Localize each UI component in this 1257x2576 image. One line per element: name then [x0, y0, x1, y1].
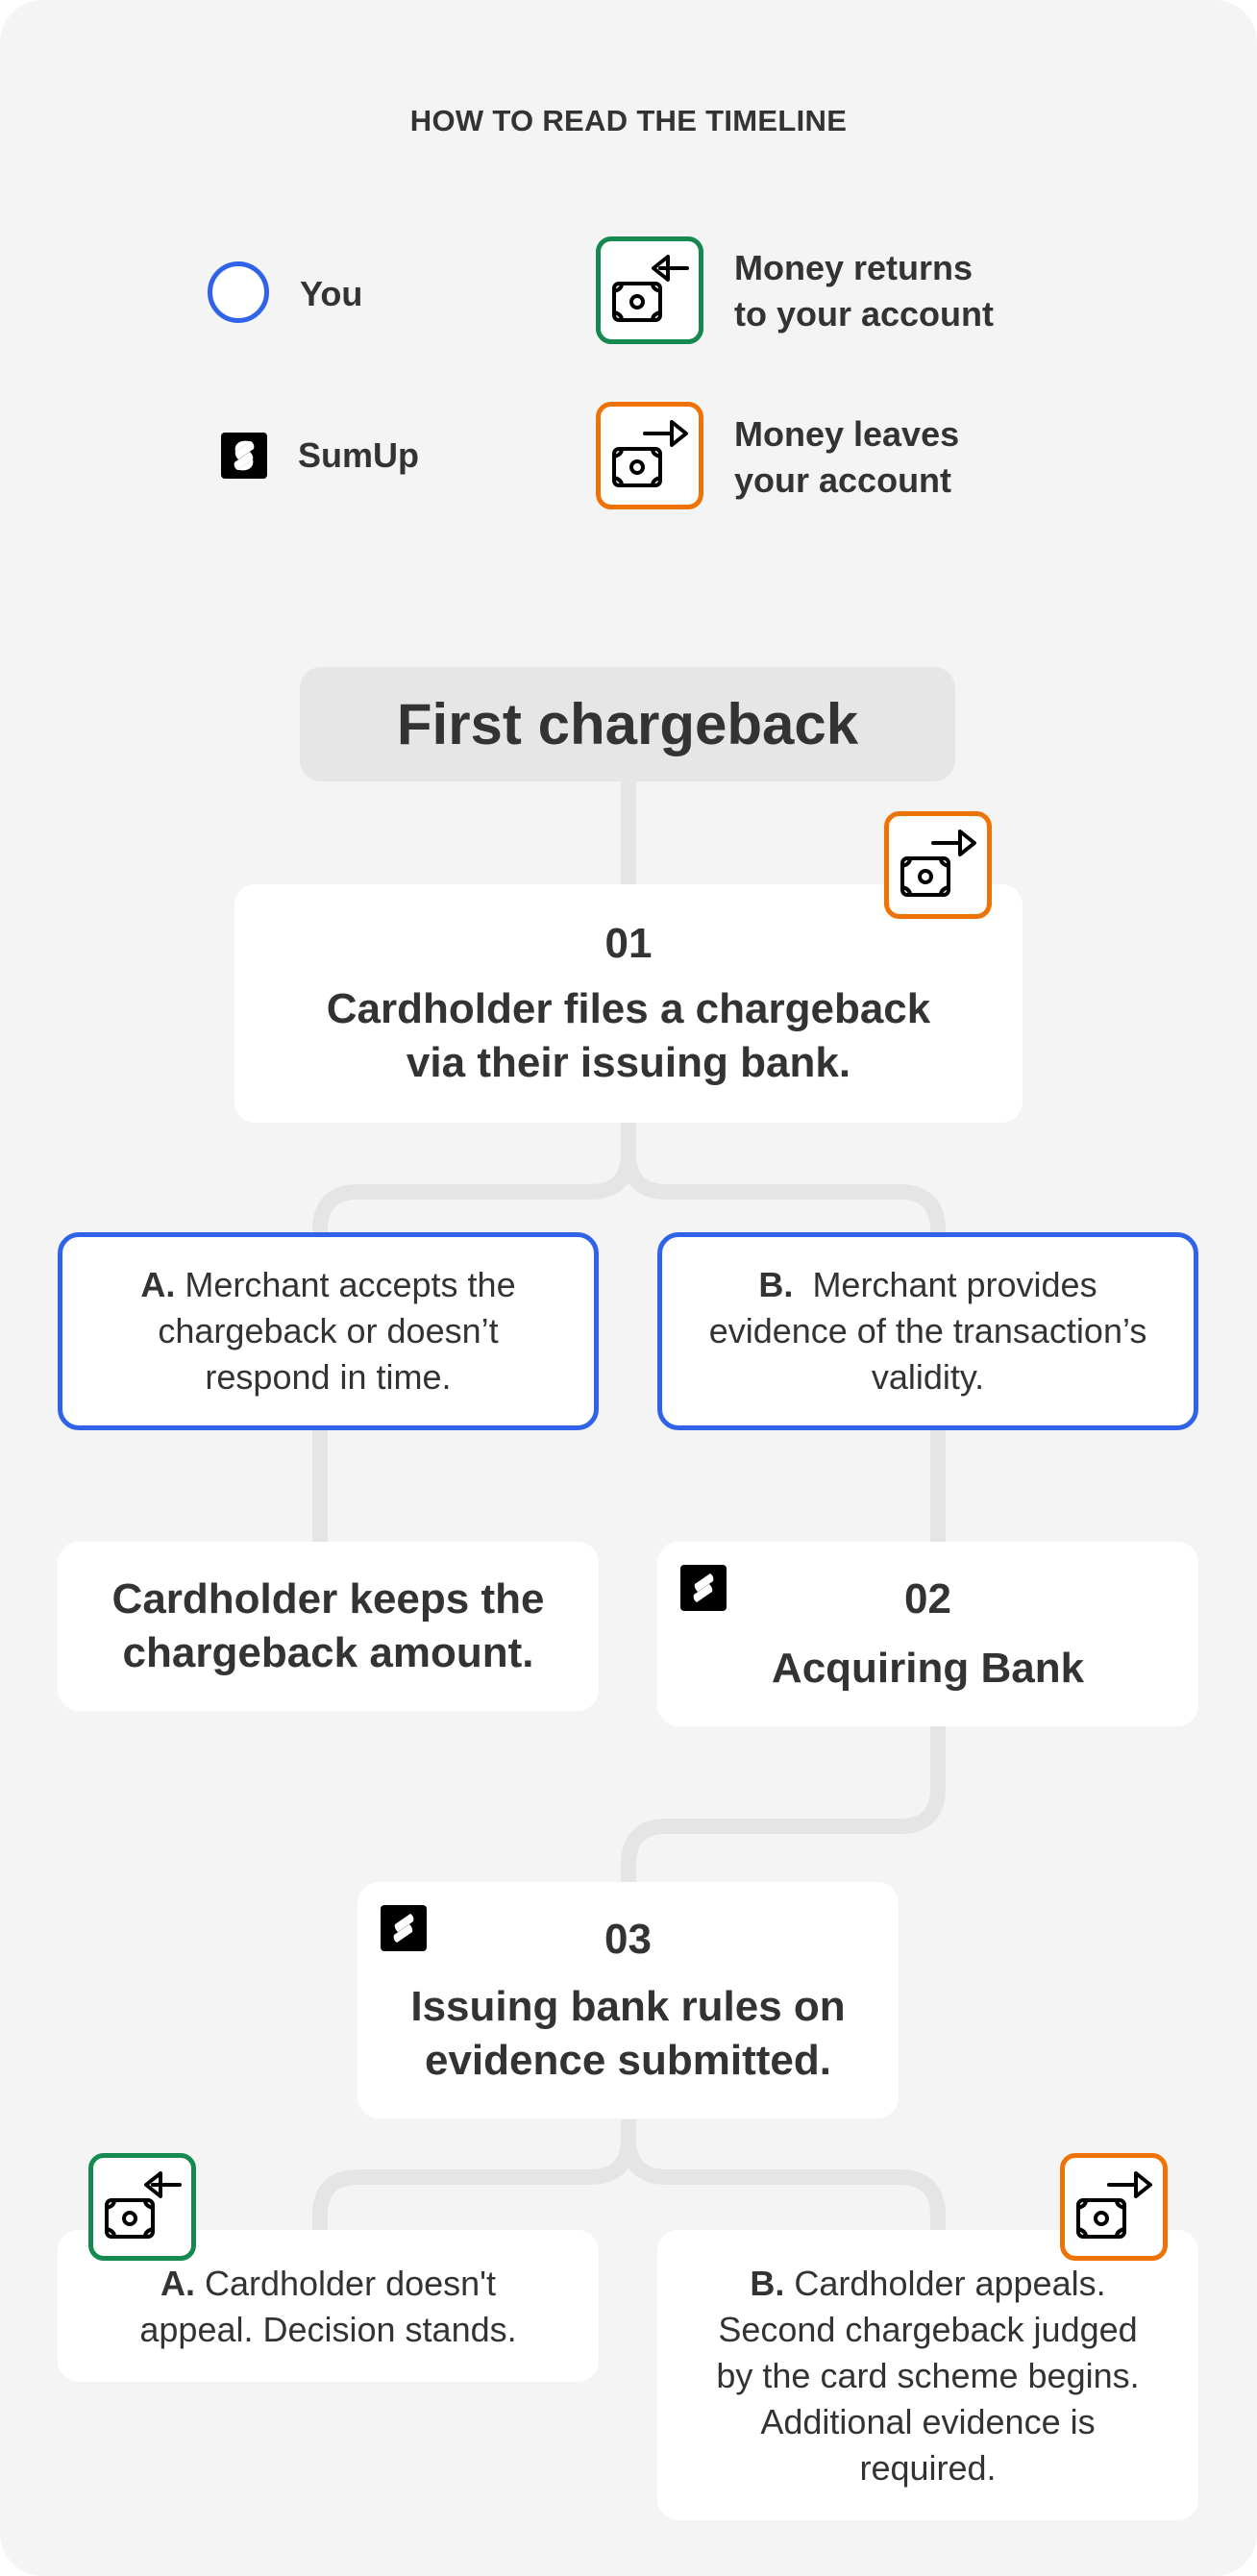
appeal-b-line3: by the card scheme begins.	[716, 2356, 1140, 2395]
connector-step02-to-step03	[621, 1725, 946, 1884]
step-text-line2: evidence submitted.	[424, 2037, 831, 2084]
step-number: 03	[604, 1916, 652, 1963]
appeal-b-line5: required.	[859, 2448, 997, 2488]
appeal-b-line1: B. Cardholder appeals.	[750, 2264, 1106, 2303]
option-b-line3: validity.	[871, 1357, 985, 1397]
step-text-line1: Issuing bank rules on	[410, 1983, 846, 2030]
option-a-line2: chargeback or doesn’t	[158, 1311, 499, 1350]
money-in-icon	[596, 236, 703, 344]
connector-step03-branch-right	[621, 2138, 946, 2235]
timeline-page: HOW TO READ THE TIMELINE You SumUp Money…	[0, 0, 1257, 2576]
step-number: 02	[904, 1575, 951, 1622]
step-number: 01	[604, 920, 653, 967]
option-a-card: A. Merchant accepts the chargeback or do…	[58, 1232, 599, 1430]
money-out-icon	[596, 402, 703, 509]
option-a-line3: respond in time.	[205, 1357, 452, 1397]
money-out-icon	[1060, 2153, 1168, 2261]
money-out-icon	[884, 811, 992, 919]
connector-step01-branch	[312, 1123, 636, 1240]
connector-step01-branch-right	[621, 1152, 946, 1240]
legend-label-money-out-1: Money leaves	[734, 414, 960, 454]
outcome-a-line1: Cardholder keeps the	[111, 1575, 545, 1622]
option-a-line1: A. Merchant accepts the	[140, 1265, 516, 1304]
option-b-card: B. Merchant provides evidence of the tra…	[657, 1232, 1198, 1430]
legend-label-you: You	[300, 274, 363, 313]
appeal-option-b-card: B. Cardholder appeals. Second chargeback…	[657, 2230, 1198, 2520]
section-title: First chargeback	[300, 667, 955, 781]
sumup-logo-icon	[680, 1565, 727, 1611]
connector-step03-branch-left	[312, 2119, 636, 2235]
legend-label-money-in-1: Money returns	[734, 248, 974, 287]
step-text-line1: Cardholder files a chargeback	[326, 985, 931, 1032]
option-b-line2: evidence of the transaction’s	[708, 1311, 1147, 1350]
legend-label-money-in-2: to your account	[734, 294, 995, 334]
appeal-a-line1: A. Cardholder doesn't	[160, 2264, 497, 2303]
appeal-b-line4: Additional evidence is	[760, 2402, 1096, 2441]
step-03-card: 03 Issuing bank rules on evidence submit…	[357, 1882, 899, 2118]
sumup-logo-icon	[221, 433, 267, 479]
legend-label-money-out-2: your account	[734, 460, 952, 500]
you-circle-icon	[208, 261, 269, 323]
step-02-card: 02 Acquiring Bank	[657, 1542, 1198, 1726]
legend-label-sumup: SumUp	[298, 435, 419, 475]
appeal-b-line2: Second chargeback judged	[718, 2310, 1138, 2349]
legend-title: HOW TO READ THE TIMELINE	[409, 104, 848, 137]
step-text-line2: via their issuing bank.	[406, 1039, 851, 1086]
outcome-a-card: Cardholder keeps the chargeback amount.	[58, 1542, 599, 1711]
option-b-line1: B. Merchant provides	[758, 1265, 1097, 1304]
step-01-card: 01 Cardholder files a chargeback via the…	[234, 884, 1023, 1123]
appeal-a-line2: appeal. Decision stands.	[139, 2310, 517, 2349]
sumup-logo-icon	[381, 1905, 427, 1951]
money-in-icon	[88, 2153, 196, 2261]
outcome-a-line2: chargeback amount.	[122, 1629, 534, 1676]
step-text-line1: Acquiring Bank	[771, 1645, 1085, 1692]
